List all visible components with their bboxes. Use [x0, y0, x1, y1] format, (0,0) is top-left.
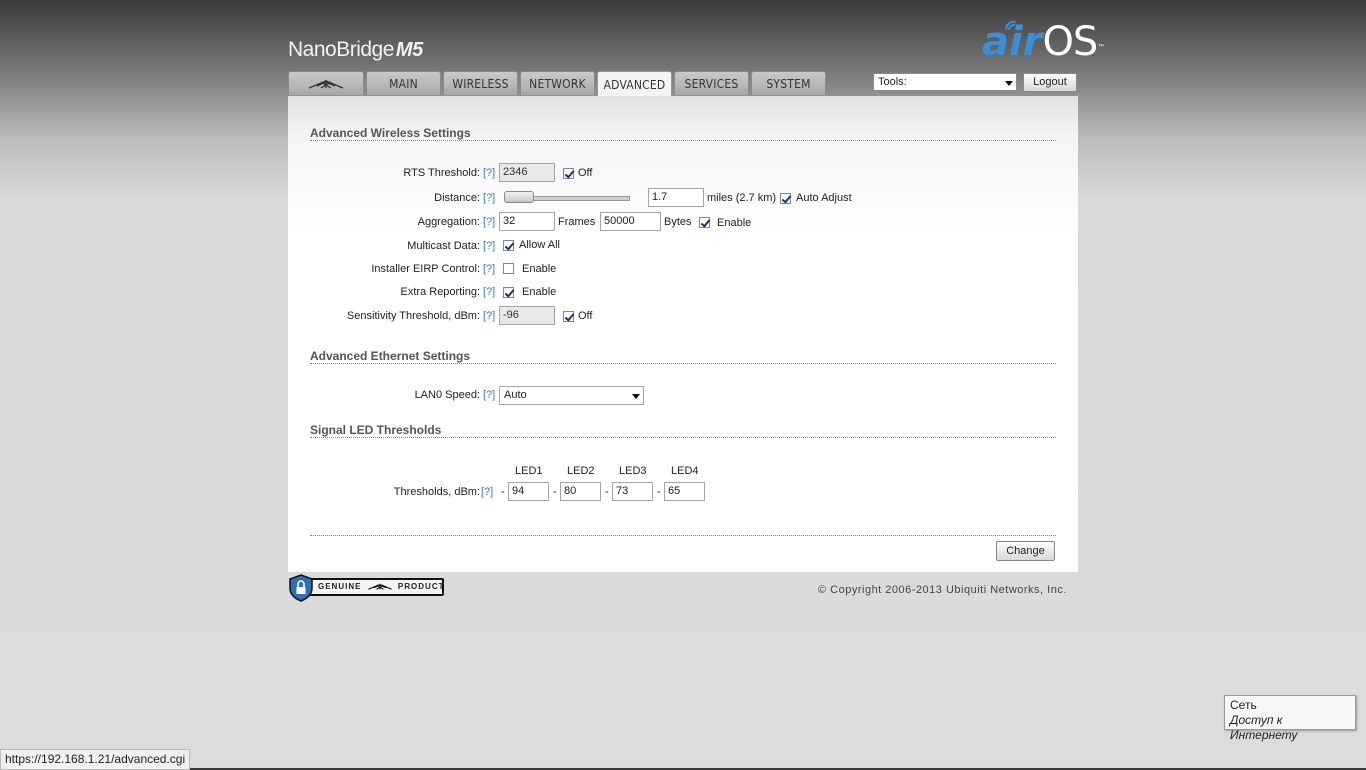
frames-label: Frames [558, 216, 596, 228]
eirp-enable-checkbox[interactable] [503, 263, 514, 274]
genuine-text: GENUINE [318, 582, 362, 591]
product-text: PRODUCT [397, 582, 445, 591]
lan0-speed-label: LAN0 Speed: [414, 389, 480, 401]
aggregation-help-link[interactable]: [?] [483, 216, 495, 228]
section-title-wireless: Advanced Wireless Settings [310, 126, 471, 140]
led2-header: LED2 [567, 465, 595, 477]
distance-slider-handle[interactable] [504, 191, 534, 203]
distance-input[interactable]: 1.7 [648, 188, 704, 207]
section-divider [310, 437, 1056, 438]
section-title-ethernet: Advanced Ethernet Settings [310, 349, 471, 363]
bytes-label: Bytes [664, 216, 692, 228]
wifi-wave-icon [1005, 20, 1017, 31]
distance-unit: miles (2.7 km) [707, 192, 777, 204]
section-divider [310, 535, 1056, 536]
led3-threshold-input[interactable]: 73 [612, 482, 653, 501]
led1-minus: - [501, 486, 505, 498]
ubiquiti-logo-icon [367, 584, 392, 591]
network-tooltip-subtitle: Доступ к Интернету [1230, 713, 1298, 742]
multicast-label: Multicast Data: [407, 240, 480, 252]
lan0-speed-value: Auto [504, 389, 527, 401]
tools-dropdown[interactable]: Tools: [873, 73, 1017, 91]
led2-threshold-input[interactable]: 80 [560, 482, 601, 501]
tab-system[interactable]: SYSTEM [751, 71, 826, 95]
chevron-down-icon [1005, 81, 1013, 86]
tab-services[interactable]: SERVICES [674, 71, 749, 95]
rts-help-link[interactable]: [?] [483, 167, 495, 179]
sensitivity-threshold-input[interactable]: -96 [499, 306, 555, 325]
sensitivity-off-checkbox[interactable] [563, 311, 574, 322]
extra-reporting-help-link[interactable]: [?] [483, 286, 495, 298]
extra-reporting-enable-label: Enable [522, 286, 557, 298]
brand-name: NanoBridge [288, 38, 394, 61]
section-divider [310, 140, 1056, 141]
auto-adjust-checkbox[interactable] [780, 193, 791, 204]
chevron-down-icon [632, 394, 640, 399]
genuine-product-badge: GENUINE PRODUCT [288, 574, 446, 602]
auto-adjust-label: Auto Adjust [796, 192, 852, 204]
eirp-help-link[interactable]: [?] [483, 263, 495, 275]
aggregation-label: Aggregation: [417, 216, 480, 228]
eirp-enable-label: Enable [522, 263, 557, 275]
brand-title: NanoBridge M5 [288, 38, 423, 62]
eirp-label: Installer EIRP Control: [371, 263, 480, 275]
browser-status-url: https://192.168.1.21/advanced.cgi [0, 749, 191, 770]
rts-threshold-input[interactable]: 2346 [499, 163, 555, 182]
lock-shield-icon [289, 574, 313, 602]
copyright-text: © Copyright 2006-2013 Ubiquiti Networks,… [818, 584, 1067, 596]
airos-trademark: ™ [1097, 43, 1106, 52]
extra-reporting-label: Extra Reporting: [400, 286, 480, 298]
airos-logo: airOS™ [982, 20, 1105, 64]
network-tooltip: Сеть Доступ к Интернету [1224, 695, 1356, 742]
distance-help-link[interactable]: [?] [483, 192, 495, 204]
led4-header: LED4 [671, 465, 699, 477]
led2-minus: - [553, 486, 557, 498]
led4-threshold-input[interactable]: 65 [664, 482, 705, 501]
rts-off-checkbox[interactable] [563, 168, 574, 179]
tab-advanced[interactable]: ADVANCED [597, 71, 672, 97]
aggregation-frames-input[interactable]: 32 [499, 212, 555, 231]
multicast-help-link[interactable]: [?] [483, 240, 495, 252]
distance-label: Distance: [434, 192, 480, 204]
sensitivity-off-label: Off [578, 310, 593, 322]
logout-button[interactable]: Logout [1023, 73, 1077, 92]
section-divider [310, 363, 1056, 364]
network-tooltip-title: Сеть [1230, 698, 1257, 712]
sensitivity-help-link[interactable]: [?] [483, 310, 495, 322]
lan0-speed-help-link[interactable]: [?] [483, 389, 495, 401]
brand-model: M5 [395, 39, 423, 61]
ubiquiti-logo-icon [308, 79, 344, 89]
led-thresholds-label: Thresholds, dBm: [393, 486, 480, 498]
tab-network[interactable]: NETWORK [520, 71, 595, 95]
genuine-product-bar: GENUINE PRODUCT [306, 578, 444, 596]
led4-minus: - [657, 486, 661, 498]
aggregation-enable-label: Enable [717, 217, 752, 229]
multicast-allow-label: Allow All [519, 239, 560, 251]
lan0-speed-select[interactable]: Auto [499, 386, 644, 405]
rts-off-label: Off [578, 167, 593, 179]
airos-os: OS [1042, 19, 1098, 65]
section-title-led: Signal LED Thresholds [310, 423, 442, 437]
settings-panel: Advanced Wireless Settings RTS Threshold… [288, 96, 1078, 572]
tab-main[interactable]: MAIN [366, 71, 441, 95]
aggregation-enable-checkbox[interactable] [699, 217, 710, 228]
extra-reporting-checkbox[interactable] [503, 287, 514, 298]
led3-minus: - [605, 486, 609, 498]
led3-header: LED3 [619, 465, 647, 477]
rts-label: RTS Threshold: [403, 167, 480, 179]
main-tabs: MAIN WIRELESS NETWORK ADVANCED SERVICES … [288, 71, 828, 97]
multicast-allow-checkbox[interactable] [503, 240, 514, 251]
led-thresholds-help-link[interactable]: [?] [481, 486, 493, 498]
led1-threshold-input[interactable]: 94 [508, 482, 549, 501]
aggregation-bytes-input[interactable]: 50000 [600, 212, 661, 231]
sensitivity-label: Sensitivity Threshold, dBm: [346, 310, 480, 322]
tools-selected-value: Tools: [878, 76, 907, 88]
tab-wireless[interactable]: WIRELESS [443, 71, 518, 95]
change-button[interactable]: Change [996, 541, 1055, 561]
led1-header: LED1 [515, 465, 543, 477]
tab-home-logo[interactable] [288, 71, 364, 95]
